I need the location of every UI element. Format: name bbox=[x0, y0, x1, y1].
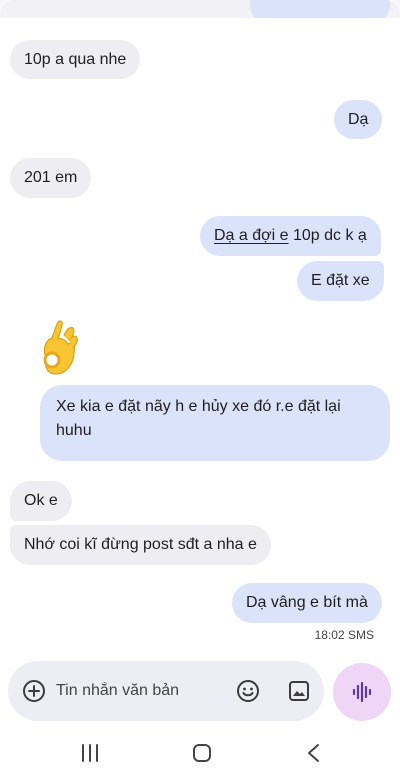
messages-screen: 10p a qua nhe Dạ 201 em Dạ a đợi e 10p d… bbox=[0, 0, 400, 779]
message-bubble-incoming[interactable]: 10p a qua nhe bbox=[10, 40, 141, 79]
message-text: Dạ vâng e bít mà bbox=[246, 594, 368, 611]
message-text: Nhớ coi kĩ đừng post sđt a nha e bbox=[24, 536, 257, 553]
voice-waveform-icon bbox=[352, 681, 372, 703]
message-bubble-outgoing[interactable]: Dạ bbox=[334, 100, 383, 139]
message-text: Xe kia e đặt nãy h e hủy xe đó r.e đặt l… bbox=[56, 398, 341, 439]
message-bubble-outgoing[interactable]: Dạ vâng e bít mà bbox=[232, 583, 382, 623]
add-icon[interactable] bbox=[22, 679, 46, 703]
back-icon[interactable] bbox=[304, 742, 324, 764]
message-bubble-incoming[interactable]: 201 em bbox=[10, 158, 92, 198]
message-bubble-outgoing[interactable]: E đặt xe bbox=[297, 261, 384, 301]
ok-hand-icon[interactable] bbox=[36, 318, 80, 378]
message-text: Dạ bbox=[348, 110, 369, 128]
message-text: 10p a qua nhe bbox=[24, 50, 127, 68]
message-composer bbox=[8, 661, 324, 721]
message-text: 10p dc k ạ bbox=[288, 227, 367, 244]
message-link-text[interactable]: Dạ a đợi e bbox=[214, 224, 289, 248]
system-navigation-bar bbox=[0, 728, 400, 779]
recent-apps-icon[interactable] bbox=[80, 742, 100, 764]
emoji-icon[interactable] bbox=[236, 679, 260, 703]
message-text: E đặt xe bbox=[311, 272, 370, 289]
message-bubble-incoming[interactable]: Nhớ coi kĩ đừng post sđt a nha e bbox=[10, 525, 271, 565]
message-text: 201 em bbox=[24, 169, 78, 186]
message-timestamp: 18:02 SMS bbox=[314, 628, 374, 642]
message-input[interactable] bbox=[56, 677, 226, 705]
message-text: Ok e bbox=[24, 492, 58, 509]
message-bubble-outgoing[interactable]: Xe kia e đặt nãy h e hủy xe đó r.e đặt l… bbox=[40, 385, 390, 461]
message-bubble-outgoing[interactable]: Dạ a đợi e 10p dc k ạ bbox=[200, 216, 381, 256]
voice-message-button[interactable] bbox=[333, 663, 391, 721]
gallery-icon[interactable] bbox=[287, 679, 311, 703]
message-bubble-incoming[interactable]: Ok e bbox=[10, 481, 72, 521]
home-icon[interactable] bbox=[191, 742, 213, 764]
